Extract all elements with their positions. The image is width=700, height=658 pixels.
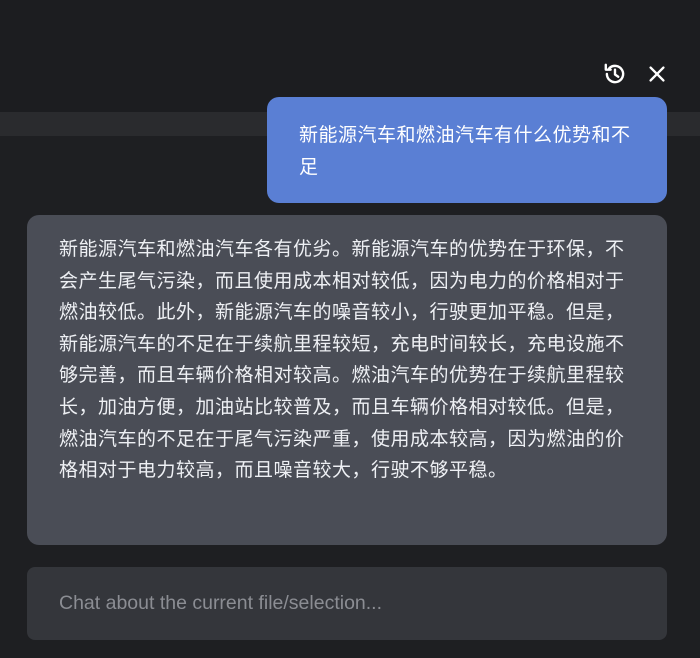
- history-icon[interactable]: [602, 61, 628, 87]
- chat-panel: 新能源汽车和燃油汽车有什么优势和不足 新能源汽车和燃油汽车各有优劣。新能源汽车的…: [0, 0, 700, 658]
- close-icon[interactable]: [644, 61, 670, 87]
- chat-input[interactable]: [27, 567, 667, 640]
- assistant-message-bubble: 新能源汽车和燃油汽车各有优劣。新能源汽车的优势在于环保，不会产生尾气污染，而且使…: [27, 215, 667, 545]
- chat-toolbar: [602, 61, 670, 87]
- panel-header-area: [0, 0, 700, 112]
- user-message-bubble: 新能源汽车和燃油汽车有什么优势和不足: [267, 97, 667, 203]
